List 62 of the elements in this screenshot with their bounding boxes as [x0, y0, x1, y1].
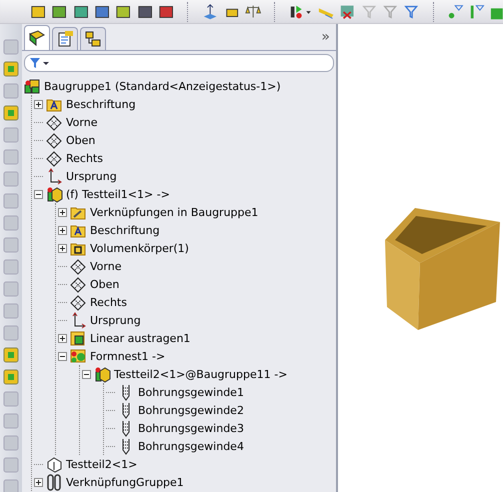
- plane-icon: [70, 276, 87, 292]
- hierarchy-icon: [84, 30, 102, 48]
- tree-item[interactable]: Bohrungsgewinde1: [138, 386, 244, 398]
- tree-item[interactable]: Ursprung: [66, 170, 117, 182]
- extrude-icon: [70, 330, 87, 346]
- tree-item[interactable]: Formnest1 ->: [90, 350, 166, 362]
- tree-item[interactable]: Ursprung: [90, 314, 141, 326]
- plane-icon: [70, 258, 87, 274]
- axes-icon: [70, 312, 87, 328]
- tool-icon[interactable]: [2, 368, 20, 386]
- filter-field[interactable]: [24, 54, 334, 72]
- expand-toggle-icon[interactable]: [58, 208, 67, 216]
- tree-item[interactable]: Volumenkörper(1): [90, 242, 189, 254]
- assembly-icon: [94, 366, 111, 382]
- tree-item[interactable]: Beschriftung: [90, 224, 160, 236]
- plane-icon: [70, 294, 87, 310]
- tree-item[interactable]: Testteil2<1>: [66, 458, 138, 470]
- tool-icon[interactable]: [2, 104, 20, 122]
- panel-tab[interactable]: [52, 27, 78, 50]
- tree-item[interactable]: Baugruppe1 (Standard<Anzeigestatus-1>): [44, 80, 281, 92]
- tree-item[interactable]: Rechts: [66, 152, 103, 164]
- tree-item[interactable]: Vorne: [90, 260, 122, 272]
- tree-item[interactable]: Oben: [90, 278, 120, 290]
- plane-icon: [46, 132, 63, 148]
- parts-icon: [28, 29, 46, 47]
- tree-item[interactable]: Bohrungsgewinde2: [138, 404, 244, 416]
- collapse-toggle-icon[interactable]: [58, 352, 67, 360]
- tree-item[interactable]: (f) Testteil1<1> ->: [66, 188, 170, 200]
- tree-item[interactable]: Oben: [66, 134, 96, 146]
- panel-tab[interactable]: [80, 27, 106, 50]
- tree-item[interactable]: Beschriftung: [66, 98, 136, 110]
- assembly-icon: [24, 78, 41, 94]
- collapse-button[interactable]: »: [321, 29, 330, 45]
- collapse-toggle-icon[interactable]: [82, 370, 91, 378]
- tree-item[interactable]: Vorne: [66, 116, 98, 128]
- paper-clips-icon: [46, 474, 63, 490]
- plane-icon: [46, 150, 63, 166]
- expand-toggle-icon[interactable]: [34, 100, 43, 108]
- expand-toggle-icon[interactable]: [58, 244, 67, 252]
- assembly-icon: [46, 186, 63, 202]
- expand-toggle-icon[interactable]: [58, 226, 67, 234]
- axes-icon: [46, 168, 63, 184]
- tree-item[interactable]: VerknüpfungGruppe1: [66, 476, 184, 488]
- tree-item[interactable]: Bohrungsgewinde4: [138, 440, 244, 452]
- delete-icon[interactable]: [339, 2, 356, 20]
- tree-item[interactable]: Testteil2<1>@Baugruppe11 ->: [114, 368, 288, 380]
- axis-icon[interactable]: [202, 2, 219, 20]
- part-outline-icon: [46, 456, 63, 472]
- balance-icon[interactable]: [245, 2, 262, 20]
- tool-icon[interactable]: [2, 346, 20, 364]
- panel-tab[interactable]: [24, 25, 50, 50]
- tree-item[interactable]: Linear austragen1: [90, 332, 190, 344]
- tree-item[interactable]: Bohrungsgewinde3: [138, 422, 244, 434]
- plane-icon: [46, 114, 63, 130]
- sheet-icon: [56, 30, 74, 48]
- expand-toggle-icon[interactable]: [58, 334, 67, 342]
- tree-item[interactable]: Rechts: [90, 296, 127, 308]
- collapse-toggle-icon[interactable]: [34, 190, 43, 198]
- cavity-icon: [70, 348, 87, 364]
- tree-item[interactable]: Verknüpfungen in Baugruppe1: [90, 206, 258, 218]
- tool-icon[interactable]: [2, 60, 20, 78]
- expand-toggle-icon[interactable]: [34, 478, 43, 486]
